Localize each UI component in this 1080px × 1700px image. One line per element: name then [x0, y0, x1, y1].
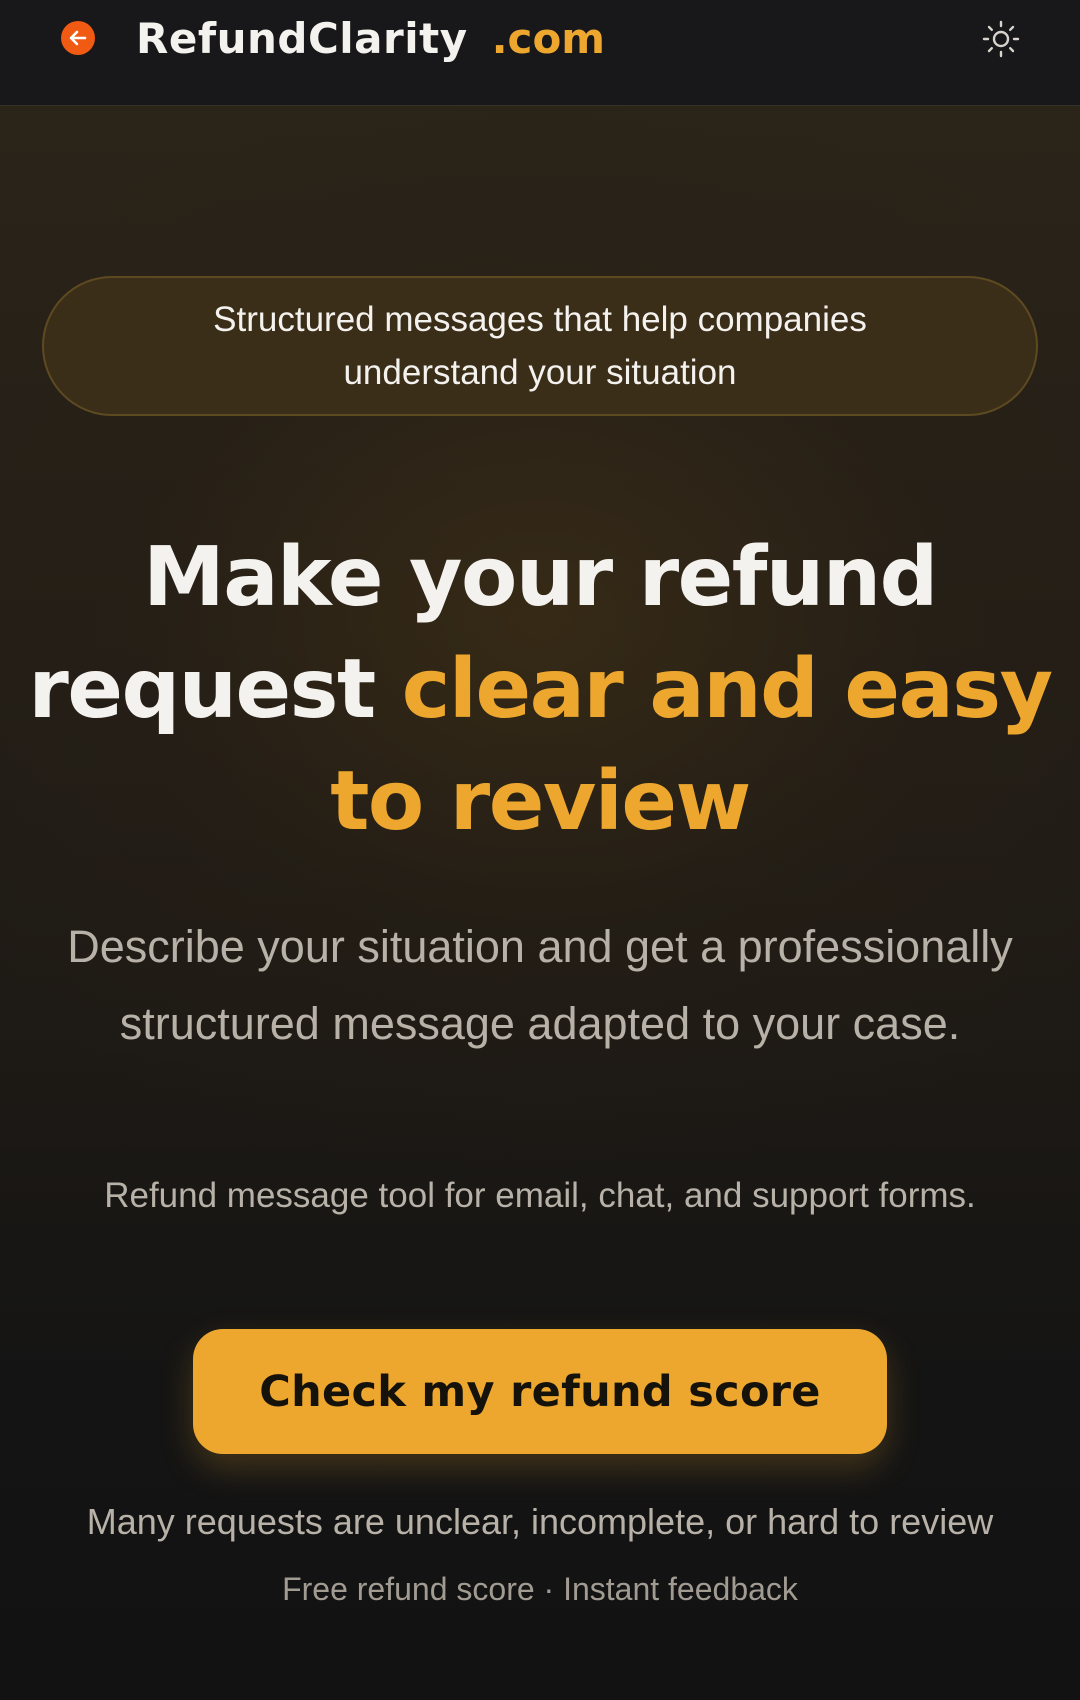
tool-description: Refund message tool for email, chat, and…	[104, 1176, 976, 1215]
feature-meta: Free refund score · Instant feedback	[282, 1571, 798, 1607]
top-bar: RefundClarity .com	[0, 0, 1080, 106]
page-headline: Make your refund request clear and easy …	[20, 522, 1060, 858]
check-refund-score-button[interactable]: Check my refund score	[193, 1329, 887, 1454]
brand-name: RefundClarity	[136, 13, 468, 63]
theme-toggle-button[interactable]	[980, 18, 1022, 60]
problem-note: Many requests are unclear, incomplete, o…	[86, 1501, 994, 1542]
brand-tld: .com	[491, 13, 606, 63]
lead-paragraph: Describe your situation and get a profes…	[67, 921, 1013, 1049]
arrow-left-icon	[69, 30, 87, 46]
info-badge-text: Structured messages that help companies …	[213, 300, 867, 392]
landing-page: RefundClarity .com Structured messages t…	[0, 0, 1080, 1700]
info-badge: Structured messages that help companies …	[42, 276, 1038, 416]
sun-icon	[982, 20, 1020, 58]
cta-label: Check my refund score	[259, 1366, 821, 1417]
brand-logo[interactable]: RefundClarity .com	[136, 8, 605, 68]
headline-accent: clear and easy to review	[330, 642, 1053, 849]
back-button[interactable]	[61, 21, 95, 55]
